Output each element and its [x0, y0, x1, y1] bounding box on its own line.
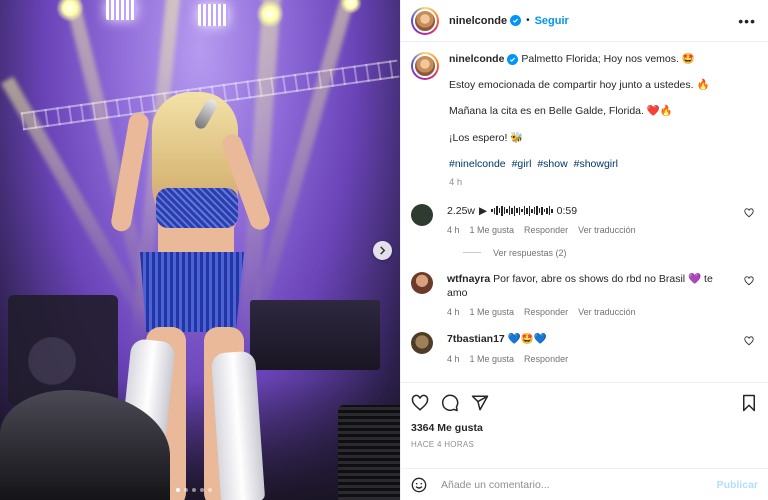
carousel-dot — [208, 488, 212, 492]
post-footer: 3364 Me gusta HACE 4 HORAS Publicar — [401, 382, 768, 500]
translate-button[interactable]: Ver traducción — [578, 224, 636, 236]
avatar[interactable] — [411, 6, 439, 35]
comment-time[interactable]: 4 h — [447, 353, 460, 365]
performer-skirt — [140, 252, 244, 332]
stage-speaker — [338, 405, 400, 500]
post-photo[interactable] — [0, 0, 400, 500]
author-username[interactable]: ninelconde — [449, 15, 507, 27]
more-options-icon[interactable]: ••• — [738, 14, 756, 28]
comment-time[interactable]: 4 h — [447, 224, 460, 236]
post-side-panel: ninelconde • Seguir ••• ninelconde Palme… — [400, 0, 768, 500]
performer-arm — [109, 111, 151, 233]
comment-username[interactable]: 2.25w — [447, 204, 475, 218]
carousel-dots — [176, 488, 212, 492]
verified-badge-icon — [510, 15, 522, 26]
translate-button[interactable]: Ver traducción — [578, 306, 636, 318]
carousel-next-button[interactable] — [373, 241, 392, 260]
reply-button[interactable]: Responder — [524, 306, 568, 318]
reply-button[interactable]: Responder — [524, 224, 568, 236]
caption-line: Estoy emocionada de compartir hoy junto … — [449, 79, 710, 92]
likes-count[interactable]: 3364 Me gusta — [401, 422, 768, 434]
heart-icon[interactable] — [744, 208, 754, 218]
hashtag-link[interactable]: #show — [537, 158, 567, 170]
stage-panel-light — [106, 0, 136, 20]
caption-timestamp[interactable]: 4 h — [449, 177, 710, 190]
comment-text: 💙🤩💙 — [507, 333, 547, 346]
post-date: HACE 4 HORAS — [411, 440, 475, 449]
avatar[interactable] — [411, 203, 433, 226]
stage-panel-light — [198, 4, 228, 26]
heart-icon[interactable] — [744, 276, 754, 286]
view-replies-button[interactable]: Ver respuestas (2) — [463, 248, 756, 258]
hashtag-link[interactable]: #ninelconde — [449, 158, 506, 170]
caption-first-line: Palmetto Florida; Hoy nos vemos. 🤩 — [521, 53, 695, 65]
carousel-dot — [176, 488, 180, 492]
carousel-dot — [200, 488, 204, 492]
like-heart-icon[interactable] — [411, 394, 429, 412]
bookmark-icon[interactable] — [740, 394, 758, 412]
audio-waveform — [491, 205, 553, 216]
separator-dot: • — [526, 15, 530, 26]
avatar[interactable] — [411, 271, 433, 294]
publish-button[interactable]: Publicar — [717, 479, 758, 491]
action-bar — [401, 382, 768, 422]
comments-scroll-area[interactable]: ninelconde Palmetto Florida; Hoy nos vem… — [401, 42, 768, 382]
caption-line: Mañana la cita es en Belle Galde, Florid… — [449, 105, 674, 118]
reply-button[interactable]: Responder — [524, 353, 568, 365]
caption-hashtags: #ninelconde #girl #show #showgirl — [449, 157, 710, 171]
follow-button[interactable]: Seguir — [535, 15, 569, 27]
comment-likes[interactable]: 1 Me gusta — [470, 306, 515, 318]
carousel-dot — [192, 488, 196, 492]
comment-icon[interactable] — [441, 394, 459, 412]
comment-item: wtfnayra Por favor, abre os shows do rbd… — [411, 271, 756, 318]
comment-likes[interactable]: 1 Me gusta — [470, 224, 515, 236]
verified-badge-icon — [507, 54, 519, 65]
post-header: ninelconde • Seguir ••• — [401, 0, 768, 42]
audio-duration: 0:59 — [556, 204, 578, 217]
chevron-right-icon — [380, 246, 386, 255]
comment-time[interactable]: 4 h — [447, 306, 460, 318]
play-icon[interactable]: ▶ — [479, 204, 487, 218]
comment-input[interactable] — [441, 478, 717, 491]
comment-likes[interactable]: 1 Me gusta — [470, 353, 515, 365]
comment-username[interactable]: 7tbastian17 — [447, 333, 505, 345]
heart-icon[interactable] — [744, 336, 754, 346]
avatar[interactable] — [411, 332, 433, 355]
hashtag-link[interactable]: #girl — [512, 158, 532, 170]
avatar[interactable] — [411, 52, 439, 80]
add-comment-bar: Publicar — [401, 468, 768, 500]
audio-comment[interactable]: 2.25w ▶ 0:59 — [447, 204, 734, 218]
caption-line: ¡Los espero! 🐝 — [449, 131, 524, 144]
carousel-dot — [184, 488, 188, 492]
white-boot — [210, 350, 266, 500]
hashtag-link[interactable]: #showgirl — [574, 158, 618, 170]
comment-username[interactable]: wtfnayra — [447, 273, 490, 285]
stage-lamp — [256, 0, 284, 28]
caption-username[interactable]: ninelconde — [449, 53, 504, 65]
share-icon[interactable] — [471, 394, 489, 412]
emoji-icon[interactable] — [411, 477, 427, 493]
performer-top — [156, 188, 238, 228]
comment-item: 7tbastian17 💙🤩💙 4 h 1 Me gusta Responder — [411, 332, 756, 364]
post-caption: ninelconde Palmetto Florida; Hoy nos vem… — [411, 52, 756, 190]
post-modal: ninelconde • Seguir ••• ninelconde Palme… — [0, 0, 768, 500]
comment-item: 2.25w ▶ 0:59 4 h 1 Me gusta Responder Ve… — [411, 203, 756, 236]
